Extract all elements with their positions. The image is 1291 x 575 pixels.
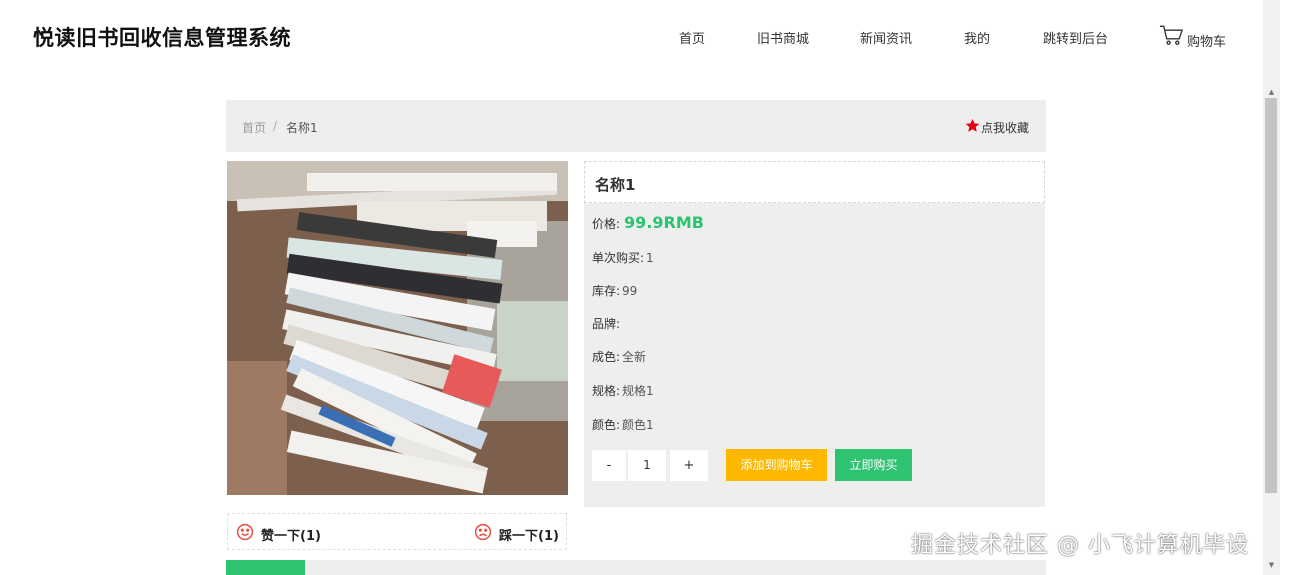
favorite-label: 点我收藏: [980, 120, 1029, 135]
price-row: 价格: 99.9RMB: [592, 213, 704, 232]
smile-icon: [236, 523, 261, 545]
like-label: 赞一下(1): [261, 528, 321, 544]
color-label: 颜色:: [592, 418, 621, 432]
product-name-box: 名称1: [584, 161, 1045, 203]
stock-row: 库存: 99: [592, 282, 637, 299]
dislike-label: 踩一下(1): [499, 528, 559, 544]
vote-bar: 赞一下(1) 踩一下(1): [227, 513, 567, 550]
color-row: 颜色: 颜色1: [592, 416, 654, 433]
favorite-button[interactable]: 点我收藏: [965, 118, 1029, 136]
spec-label: 规格:: [592, 384, 621, 398]
product-info-panel: 名称1 价格: 99.9RMB 单次购买: 1 库存: 99 品牌: 成色: 全…: [584, 161, 1045, 507]
brand-row: 品牌:: [592, 315, 622, 332]
quantity-increment-button[interactable]: +: [670, 450, 708, 481]
per-purchase-row: 单次购买: 1: [592, 249, 654, 266]
spec-row: 规格: 规格1: [592, 382, 654, 399]
nav-news[interactable]: 新闻资讯: [860, 28, 912, 47]
star-icon: [965, 118, 981, 136]
nav-cart[interactable]: 购物车: [1159, 24, 1226, 50]
window-edge: [1280, 0, 1291, 575]
active-tab-indicator[interactable]: [226, 560, 305, 575]
per-purchase-label: 单次购买:: [592, 251, 645, 265]
product-name: 名称1: [595, 176, 636, 194]
nav-home[interactable]: 首页: [679, 28, 705, 47]
nav-admin[interactable]: 跳转到后台: [1043, 28, 1108, 47]
breadcrumb: 首页 / 名称1 点我收藏: [226, 100, 1046, 152]
quantity-input[interactable]: [628, 450, 666, 481]
vertical-scrollbar[interactable]: ▲ ▼: [1263, 0, 1280, 575]
cart-icon: [1159, 24, 1187, 50]
stock-label: 库存:: [592, 284, 621, 298]
dislike-button[interactable]: 踩一下(1): [474, 523, 559, 545]
price-label: 价格:: [592, 217, 621, 231]
watermark: 掘金技术社区 @ 小飞计算机毕设: [911, 533, 1249, 558]
breadcrumb-separator: /: [273, 119, 278, 133]
condition-label: 成色:: [592, 350, 621, 364]
tab-strip: [226, 560, 1046, 575]
buy-now-button[interactable]: 立即购买: [835, 449, 912, 481]
stock-value: 99: [622, 284, 638, 298]
price-value: 99.9RMB: [624, 213, 704, 232]
color-value: 颜色1: [622, 418, 654, 432]
scroll-up-arrow-icon[interactable]: ▲: [1263, 86, 1280, 98]
product-image: [227, 161, 568, 495]
top-navigation-bar: 悦读旧书回收信息管理系统 首页 旧书商城 新闻资讯 我的 跳转到后台 购物车: [0, 0, 1263, 75]
nav-book-mall[interactable]: 旧书商城: [757, 28, 809, 47]
condition-value: 全新: [622, 350, 647, 364]
site-title: 悦读旧书回收信息管理系统: [33, 26, 291, 50]
per-purchase-value: 1: [646, 251, 654, 265]
breadcrumb-current: 名称1: [286, 121, 318, 135]
quantity-decrement-button[interactable]: -: [592, 450, 626, 481]
nav-mine[interactable]: 我的: [964, 28, 990, 47]
add-to-cart-button[interactable]: 添加到购物车: [726, 449, 827, 481]
like-button[interactable]: 赞一下(1): [236, 523, 321, 545]
breadcrumb-home[interactable]: 首页: [242, 119, 266, 136]
condition-row: 成色: 全新: [592, 348, 646, 365]
scroll-thumb[interactable]: [1265, 98, 1277, 493]
spec-value: 规格1: [622, 384, 654, 398]
brand-label: 品牌:: [592, 317, 621, 331]
frown-icon: [474, 523, 499, 545]
scroll-down-arrow-icon[interactable]: ▼: [1263, 559, 1280, 571]
cart-label: 购物车: [1187, 35, 1227, 50]
